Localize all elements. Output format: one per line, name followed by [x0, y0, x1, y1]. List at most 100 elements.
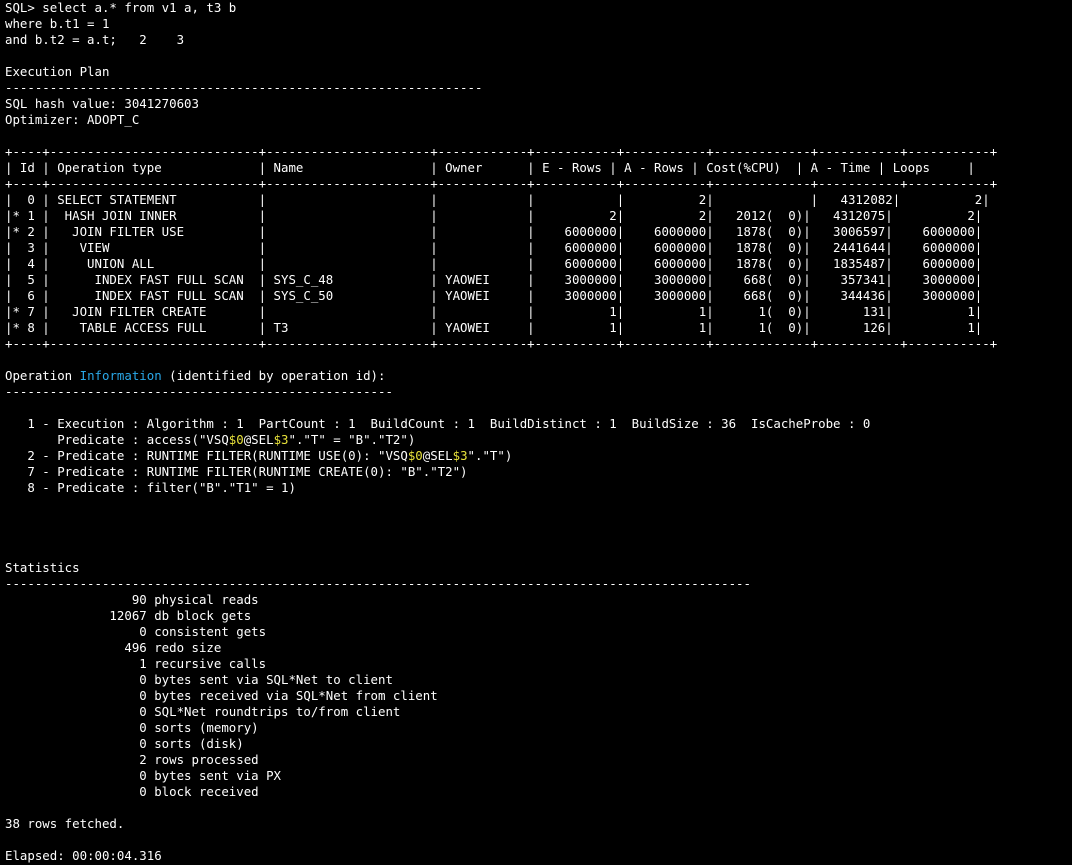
terminal-line: 7 - Predicate : RUNTIME FILTER(RUNTIME C… [5, 464, 1072, 480]
terminal-line: SQL> select a.* from v1 a, t3 b [5, 0, 1072, 16]
terminal-line: +----+----------------------------+-----… [5, 176, 1072, 192]
terminal-text: Operation [5, 368, 80, 383]
terminal-line: where b.t1 = 1 [5, 16, 1072, 32]
terminal-line: ----------------------------------------… [5, 80, 1072, 96]
terminal-text: 0 sorts (disk) [5, 736, 244, 751]
terminal-text: 90 physical reads [5, 592, 259, 607]
highlighted-token: $0 [407, 448, 423, 463]
terminal-text: +----+----------------------------+-----… [5, 176, 998, 191]
terminal-line: 0 bytes sent via PX [5, 768, 1072, 784]
terminal-text: and b.t2 = a.t; 2 3 [5, 32, 185, 47]
terminal-line: 0 block received [5, 784, 1072, 800]
terminal-line: Operation Information (identified by ope… [5, 368, 1072, 384]
terminal-output[interactable]: SQL> select a.* from v1 a, t3 b where b.t… [0, 0, 1072, 865]
terminal-text: 0 sorts (memory) [5, 720, 259, 735]
terminal-text: 38 rows fetched. [5, 816, 125, 831]
terminal-text: +----+----------------------------+-----… [5, 336, 998, 351]
terminal-line: Predicate : access("VSQ$0@SEL$3"."T" = "… [5, 432, 1072, 448]
terminal-text: @SEL [243, 432, 274, 447]
terminal-line: |* 7 | JOIN FILTER CREATE | | | 1| 1| 1(… [5, 304, 1072, 320]
terminal-line: | 0 | SELECT STATEMENT | | | | 2| | 4312… [5, 192, 1072, 208]
terminal-line: 0 bytes received via SQL*Net from client [5, 688, 1072, 704]
terminal-line: SQL hash value: 3041270603 [5, 96, 1072, 112]
terminal-text: | Id | Operation type | Name | Owner | E… [5, 160, 975, 175]
terminal-text: ----------------------------------------… [5, 384, 393, 399]
terminal-line: 8 - Predicate : filter("B"."T1" = 1) [5, 480, 1072, 496]
terminal-line: Execution Plan [5, 64, 1072, 80]
terminal-line: +----+----------------------------+-----… [5, 336, 1072, 352]
terminal-line: 12067 db block gets [5, 608, 1072, 624]
highlighted-token: $0 [228, 432, 244, 447]
terminal-line: ----------------------------------------… [5, 384, 1072, 400]
terminal-line: ----------------------------------------… [5, 576, 1072, 592]
terminal-line: Optimizer: ADOPT_C [5, 112, 1072, 128]
terminal-line: | 3 | VIEW | | | 6000000| 6000000| 1878(… [5, 240, 1072, 256]
terminal-text: Optimizer: ADOPT_C [5, 112, 140, 127]
terminal-text: 0 bytes sent via PX [5, 768, 282, 783]
terminal-line: +----+----------------------------+-----… [5, 144, 1072, 160]
terminal-text: 12067 db block gets [5, 608, 252, 623]
terminal-line: 0 SQL*Net roundtrips to/from client [5, 704, 1072, 720]
terminal-line: 2 rows processed [5, 752, 1072, 768]
highlighted-token: $3 [452, 448, 468, 463]
terminal-text: 8 - Predicate : filter("B"."T1" = 1) [5, 480, 296, 495]
terminal-text: | 0 | SELECT STATEMENT | | | | 2| | 4312… [5, 192, 990, 207]
terminal-line: 0 bytes sent via SQL*Net to client [5, 672, 1072, 688]
terminal-line: | 4 | UNION ALL | | | 6000000| 6000000| … [5, 256, 1072, 272]
terminal-text: 0 SQL*Net roundtrips to/from client [5, 704, 401, 719]
terminal-text: Predicate : access("VSQ [5, 432, 229, 447]
terminal-line: 0 consistent gets [5, 624, 1072, 640]
terminal-line: | 6 | INDEX FAST FULL SCAN | SYS_C_50 | … [5, 288, 1072, 304]
terminal-text: | 5 | INDEX FAST FULL SCAN | SYS_C_48 | … [5, 272, 983, 287]
terminal-text: +----+----------------------------+-----… [5, 144, 998, 159]
terminal-text: where b.t1 = 1 [5, 16, 110, 31]
terminal-line: |* 8 | TABLE ACCESS FULL | T3 | YAOWEI |… [5, 320, 1072, 336]
terminal-text: Elapsed: 00:00:04.316 [5, 848, 162, 863]
terminal-line: 2 - Predicate : RUNTIME FILTER(RUNTIME U… [5, 448, 1072, 464]
terminal-text: 496 redo size [5, 640, 222, 655]
terminal-text: SQL hash value: 3041270603 [5, 96, 199, 111]
terminal-text: 1 recursive calls [5, 656, 267, 671]
terminal-text: | 3 | VIEW | | | 6000000| 6000000| 1878(… [5, 240, 983, 255]
terminal-line: and b.t2 = a.t; 2 3 [5, 32, 1072, 48]
terminal-line: Elapsed: 00:00:04.316 [5, 848, 1072, 864]
terminal-text: 0 consistent gets [5, 624, 267, 639]
terminal-text: (identified by operation id): [161, 368, 386, 383]
terminal-line: 90 physical reads [5, 592, 1072, 608]
terminal-line: 38 rows fetched. [5, 816, 1072, 832]
terminal-text: |* 8 | TABLE ACCESS FULL | T3 | YAOWEI |… [5, 320, 983, 335]
terminal-line: |* 1 | HASH JOIN INNER | | | 2| 2| 2012(… [5, 208, 1072, 224]
terminal-text: |* 2 | JOIN FILTER USE | | | 6000000| 60… [5, 224, 983, 239]
terminal-text: | 6 | INDEX FAST FULL SCAN | SYS_C_50 | … [5, 288, 983, 303]
terminal-line: 1 - Execution : Algorithm : 1 PartCount … [5, 416, 1072, 432]
terminal-text: 0 bytes sent via SQL*Net to client [5, 672, 393, 687]
terminal-text: 2 rows processed [5, 752, 259, 767]
terminal-text: "."T") [467, 448, 513, 463]
terminal-line: 496 redo size [5, 640, 1072, 656]
terminal-text: 0 block received [5, 784, 259, 799]
terminal-line: |* 2 | JOIN FILTER USE | | | 6000000| 60… [5, 224, 1072, 240]
terminal-line: 1 recursive calls [5, 656, 1072, 672]
terminal-line: | Id | Operation type | Name | Owner | E… [5, 160, 1072, 176]
terminal-text: ----------------------------------------… [5, 576, 751, 591]
highlighted-token: $3 [273, 432, 289, 447]
terminal-text: | 4 | UNION ALL | | | 6000000| 6000000| … [5, 256, 983, 271]
terminal-text: SQL> select a.* from v1 a, t3 b [5, 0, 237, 15]
terminal-line: 0 sorts (memory) [5, 720, 1072, 736]
terminal-line: | 5 | INDEX FAST FULL SCAN | SYS_C_48 | … [5, 272, 1072, 288]
terminal-line: Statistics [5, 560, 1072, 576]
terminal-text: |* 7 | JOIN FILTER CREATE | | | 1| 1| 1(… [5, 304, 983, 319]
terminal-text: @SEL [422, 448, 453, 463]
terminal-text: ----------------------------------------… [5, 80, 483, 95]
terminal-text: Statistics [5, 560, 80, 575]
terminal-text: "."T" = "B"."T2") [288, 432, 416, 447]
terminal-text: 2 - Predicate : RUNTIME FILTER(RUNTIME U… [5, 448, 408, 463]
terminal-text: 7 - Predicate : RUNTIME FILTER(RUNTIME C… [5, 464, 468, 479]
terminal-text: 0 bytes received via SQL*Net from client [5, 688, 438, 703]
